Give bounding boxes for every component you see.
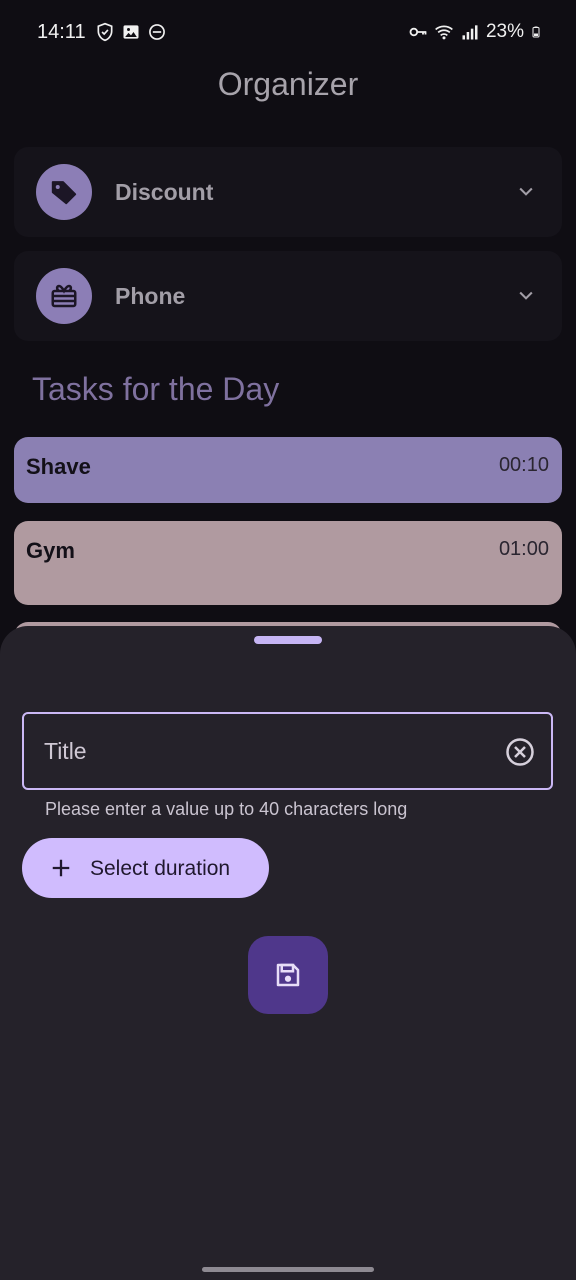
wifi-icon — [435, 25, 453, 40]
vpn-key-icon — [409, 27, 427, 37]
chevron-down-icon[interactable] — [516, 285, 536, 305]
chevron-down-icon[interactable] — [516, 181, 536, 201]
category-label: Phone — [115, 283, 186, 309]
gift-card-icon — [51, 284, 77, 308]
section-title: Tasks for the Day — [32, 371, 280, 407]
task-item[interactable]: Gym 01:00 — [14, 521, 562, 605]
save-button[interactable] — [248, 936, 328, 1014]
task-title: Shave — [26, 454, 91, 479]
bottom-sheet: Please enter a value up to 40 characters… — [0, 626, 576, 1280]
save-icon — [276, 963, 300, 987]
status-right: 23% — [408, 21, 542, 43]
status-left-icons — [95, 22, 167, 42]
clear-icon[interactable] — [505, 737, 535, 767]
category-icon-wrap — [36, 268, 92, 324]
task-title: Gym — [26, 538, 75, 563]
category-card-discount[interactable]: Discount — [14, 147, 562, 237]
title-input[interactable] — [44, 714, 484, 788]
category-label: Discount — [115, 179, 214, 205]
signal-icon — [462, 25, 478, 40]
category-icon-wrap — [36, 164, 92, 220]
battery-percent: 23% — [485, 21, 524, 42]
status-time: 14:11 — [37, 21, 86, 43]
gesture-nav-bar[interactable] — [202, 1267, 374, 1272]
image-icon — [123, 25, 139, 39]
plus-icon — [52, 859, 70, 877]
title-field[interactable] — [22, 712, 553, 790]
app-title: Organizer — [217, 66, 359, 102]
drag-handle[interactable] — [254, 636, 322, 644]
task-item[interactable]: Shave 00:10 — [14, 437, 562, 503]
shield-icon — [97, 22, 113, 42]
select-duration-label: Select duration — [90, 857, 231, 880]
tag-icon — [51, 181, 77, 205]
task-time: 00:10 — [498, 454, 549, 476]
task-time: 01:00 — [498, 538, 549, 560]
select-duration-button[interactable]: Select duration — [22, 838, 269, 898]
category-card-phone[interactable]: Phone — [14, 251, 562, 341]
status-bar: 14:11 23% — [0, 0, 576, 64]
dnd-icon — [149, 24, 165, 40]
helper-text: Please enter a value up to 40 characters… — [45, 799, 408, 819]
battery-icon — [532, 26, 540, 38]
